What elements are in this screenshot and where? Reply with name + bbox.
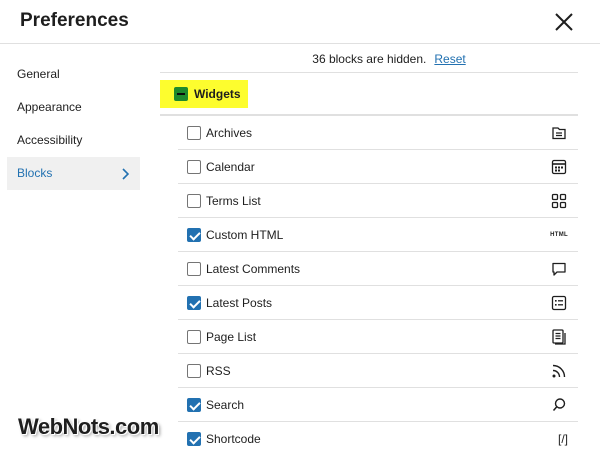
block-label: Custom HTML: [206, 228, 284, 242]
block-row-latest-comments: Latest Comments: [178, 252, 578, 286]
calendar-icon: [551, 159, 567, 175]
block-label: Latest Comments: [206, 262, 301, 276]
hidden-count-text: 36 blocks are hidden.: [312, 52, 427, 66]
sidebar-item-label: Blocks: [17, 166, 53, 180]
sidebar-item-general[interactable]: General: [7, 58, 140, 91]
blocks-panel: 36 blocks are hidden. Reset Widgets Archi…: [160, 44, 600, 458]
categories-grid-icon: [551, 193, 567, 209]
modal-header: Preferences: [0, 0, 600, 44]
archives-icon: [552, 127, 566, 140]
close-button[interactable]: [552, 10, 576, 34]
post-list-icon: [551, 295, 567, 311]
divider: [160, 72, 578, 73]
block-label: Calendar: [206, 160, 255, 174]
rss-icon: [552, 364, 566, 378]
block-checkbox[interactable]: [187, 160, 201, 174]
watermark-logo: WebNots.com: [18, 414, 159, 439]
block-row-archives: Archives: [178, 116, 578, 150]
preferences-modal: Preferences General Appearance Accessibi…: [0, 0, 600, 458]
hidden-blocks-info: 36 blocks are hidden. Reset: [160, 52, 578, 66]
sidebar-item-label: Appearance: [17, 100, 82, 114]
close-icon: [555, 13, 573, 31]
block-checkbox[interactable]: [187, 398, 201, 412]
shortcode-icon: [/]: [557, 432, 568, 446]
sidebar-item-label: General: [17, 67, 60, 81]
block-checkbox[interactable]: [187, 194, 201, 208]
block-checkbox[interactable]: [187, 364, 201, 378]
sidebar-item-blocks[interactable]: Blocks: [7, 157, 140, 190]
category-widgets: Widgets: [160, 80, 248, 108]
comment-icon: [552, 262, 566, 276]
block-checkbox[interactable]: [187, 228, 201, 242]
block-label: Page List: [206, 330, 257, 344]
block-row-page-list: Page List: [178, 320, 578, 354]
block-row-search: Search: [178, 388, 578, 422]
block-checkbox[interactable]: [187, 262, 201, 276]
block-row-custom-html: Custom HTML HTML: [178, 218, 578, 252]
block-row-calendar: Calendar: [178, 150, 578, 184]
search-icon: [552, 398, 566, 411]
block-label: Search: [206, 398, 245, 412]
block-row-rss: RSS: [178, 354, 578, 388]
chevron-right-icon: [122, 168, 130, 180]
block-label: Latest Posts: [206, 296, 273, 310]
sidebar-item-label: Accessibility: [17, 133, 83, 147]
block-checkbox[interactable]: [187, 330, 201, 344]
block-label: Shortcode: [206, 432, 261, 446]
block-label: Terms List: [206, 194, 261, 208]
modal-title: Preferences: [20, 10, 129, 31]
category-checkbox[interactable]: [174, 87, 188, 101]
html-icon: HTML: [550, 232, 568, 238]
pages-icon: [552, 329, 566, 345]
block-row-latest-posts: Latest Posts: [178, 286, 578, 320]
block-label: RSS: [206, 364, 231, 378]
block-checkbox[interactable]: [187, 296, 201, 310]
block-checkbox[interactable]: [187, 432, 201, 446]
sidebar-item-appearance[interactable]: Appearance: [7, 91, 140, 124]
block-label: Archives: [206, 126, 253, 140]
reset-link[interactable]: Reset: [434, 52, 465, 66]
block-row-terms-list: Terms List: [178, 184, 578, 218]
block-row-shortcode: Shortcode [/]: [178, 422, 578, 456]
block-checkbox[interactable]: [187, 126, 201, 140]
sidebar-item-accessibility[interactable]: Accessibility: [7, 124, 140, 157]
category-label: Widgets: [194, 87, 241, 101]
preferences-sidebar: General Appearance Accessibility Blocks: [0, 44, 160, 458]
